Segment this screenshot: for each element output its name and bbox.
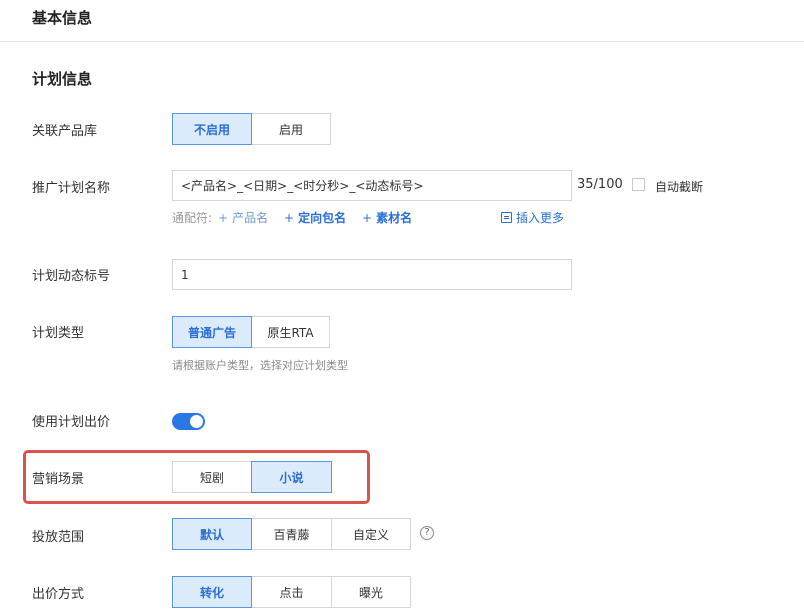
bid-method-label: 出价方式 [32, 587, 85, 602]
dynamic-number-label: 计划动态标号 [32, 269, 111, 284]
plus-icon: + [218, 211, 229, 225]
plan-type-option-rta[interactable]: 原生RTA [251, 316, 330, 348]
plan-name-input[interactable]: <产品名>_<日期>_<时分秒>_<动态标号> [172, 170, 572, 201]
section-title: 计划信息 [32, 70, 93, 88]
placement-scope-option-custom[interactable]: 自定义 [331, 518, 411, 550]
plan-name-label: 推广计划名称 [32, 181, 111, 196]
placement-scope-segmented: 默认 百青藤 自定义 [172, 518, 411, 550]
plan-type-label: 计划类型 [32, 326, 85, 341]
use-plan-bid-toggle[interactable] [172, 413, 205, 430]
use-plan-bid-label: 使用计划出价 [32, 415, 111, 430]
bid-method-option-click[interactable]: 点击 [251, 576, 332, 608]
placement-scope-option-baiqingteng[interactable]: 百青藤 [251, 518, 332, 550]
bid-method-segmented: 转化 点击 曝光 [172, 576, 411, 608]
wildcard-prefix: 通配符: [172, 211, 213, 225]
plus-icon: + [284, 211, 295, 225]
wildcard-targeting-package[interactable]: + 定向包名 [284, 209, 346, 226]
insert-document-icon [501, 212, 512, 223]
auto-truncate-label: 自动截断 [655, 180, 704, 194]
plus-icon: + [362, 211, 373, 225]
auto-truncate-checkbox[interactable] [632, 178, 645, 191]
dynamic-number-input[interactable]: 1 [172, 259, 572, 290]
bid-method-option-conversion[interactable]: 转化 [172, 576, 252, 608]
marketing-scene-label: 营销场景 [32, 472, 85, 487]
wildcard-product-name[interactable]: + 产品名 [218, 209, 268, 226]
placement-scope-option-default[interactable]: 默认 [172, 518, 252, 550]
insert-more-link[interactable]: 插入更多 [501, 209, 564, 226]
plan-name-counter: 35/100 [577, 177, 623, 192]
plan-type-option-normal[interactable]: 普通广告 [172, 316, 252, 348]
placement-scope-label: 投放范围 [32, 530, 85, 545]
product-library-label: 关联产品库 [32, 124, 98, 139]
marketing-scene-option-novel[interactable]: 小说 [251, 461, 332, 493]
product-library-option-enabled[interactable]: 启用 [251, 113, 331, 145]
wildcard-material-name[interactable]: + 素材名 [362, 209, 412, 226]
marketing-scene-segmented: 短剧 小说 [172, 461, 332, 493]
help-icon[interactable]: ? [420, 526, 434, 540]
marketing-scene-option-short-drama[interactable]: 短剧 [172, 461, 252, 493]
header-title: 基本信息 [32, 9, 93, 27]
bid-method-option-impression[interactable]: 曝光 [331, 576, 411, 608]
toggle-knob [190, 415, 203, 428]
product-library-segmented: 不启用 启用 [172, 113, 331, 145]
product-library-option-disabled[interactable]: 不启用 [172, 113, 252, 145]
plan-type-hint: 请根据账户类型，选择对应计划类型 [172, 359, 348, 372]
plan-type-segmented: 普通广告 原生RTA [172, 316, 330, 348]
basic-info-header: 基本信息 [0, 0, 804, 42]
